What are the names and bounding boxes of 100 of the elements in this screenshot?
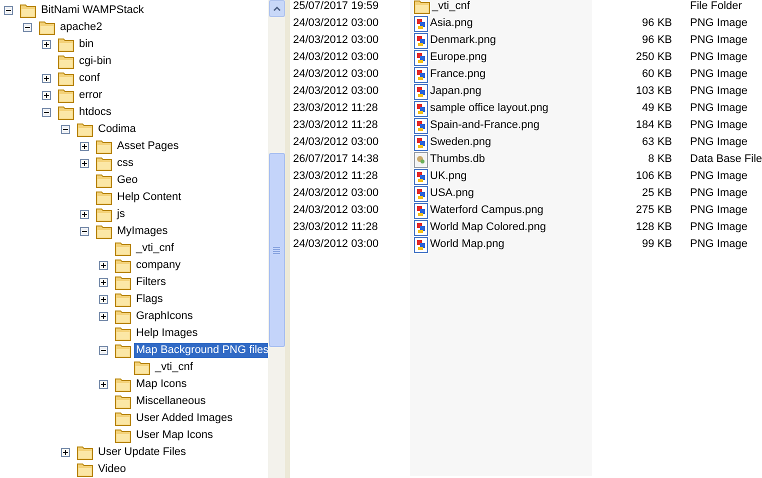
- file-row[interactable]: Asia.png: [410, 15, 592, 32]
- type-cell-text: Data Base File: [690, 152, 762, 168]
- tree-item[interactable]: Miscellaneous: [134, 394, 208, 409]
- expand-icon[interactable]: [80, 210, 89, 219]
- size-cell-text: 99 KB: [642, 237, 672, 252]
- expand-icon[interactable]: [99, 312, 108, 321]
- file-row[interactable]: USA.png: [410, 185, 592, 202]
- tree-item[interactable]: js: [115, 207, 127, 222]
- file-name: World Map Colored.png: [430, 220, 546, 236]
- tree-item[interactable]: htdocs: [77, 105, 114, 120]
- size-cell-text: 184 KB: [636, 118, 672, 134]
- tree-item[interactable]: Geo: [115, 173, 140, 188]
- collapse-icon[interactable]: [42, 108, 51, 117]
- tree-item[interactable]: _vti_cnf: [153, 360, 195, 375]
- file-row[interactable]: Japan.png: [410, 83, 592, 100]
- tree-item[interactable]: Filters: [134, 275, 168, 290]
- image-file-icon: [414, 168, 428, 184]
- tree-item[interactable]: error: [77, 88, 104, 103]
- collapse-icon[interactable]: [61, 125, 70, 134]
- expand-icon[interactable]: [42, 40, 51, 49]
- folder-icon: [115, 394, 131, 408]
- file-row[interactable]: Europe.png: [410, 49, 592, 66]
- tree-item[interactable]: Help Content: [115, 190, 184, 205]
- tree-item[interactable]: Help Images: [134, 326, 200, 341]
- file-name: Spain-and-France.png: [430, 118, 540, 134]
- file-name: sample office layout.png: [430, 101, 548, 116]
- scroll-up-button[interactable]: [268, 0, 284, 17]
- size-cell-text: 8 KB: [648, 152, 672, 168]
- size-cell-text: 25 KB: [642, 186, 672, 202]
- expand-icon[interactable]: [61, 448, 70, 457]
- image-file-icon: [414, 236, 428, 252]
- scroll-thumb[interactable]: [268, 153, 284, 347]
- file-row[interactable]: Waterford Campus.png: [410, 202, 592, 219]
- file-name: _vti_cnf: [432, 0, 470, 14]
- expand-icon[interactable]: [80, 142, 89, 151]
- tree-item[interactable]: Map Icons: [134, 377, 189, 392]
- expand-icon[interactable]: [42, 74, 51, 83]
- collapse-icon[interactable]: [23, 23, 32, 32]
- expand-icon[interactable]: [99, 380, 108, 389]
- folder-icon: [115, 344, 131, 358]
- tree-item[interactable]: Asset Pages: [115, 139, 181, 154]
- date-cell-text: 23/03/2012 11:28: [293, 118, 378, 134]
- folder-icon: [96, 140, 112, 154]
- scrollbar[interactable]: [268, 0, 285, 478]
- folder-icon: [96, 190, 112, 204]
- tree-item[interactable]: MyImages: [115, 224, 170, 239]
- tree-item[interactable]: Map Background PNG files: [134, 343, 268, 358]
- tree-item[interactable]: User Added Images: [134, 411, 235, 426]
- tree-item[interactable]: bin: [77, 37, 96, 52]
- type-cell-text: File Folder: [690, 0, 742, 14]
- file-name: Japan.png: [430, 84, 482, 100]
- type-cell-text: PNG Image: [690, 50, 748, 66]
- file-row[interactable]: World Map.png: [410, 236, 592, 253]
- file-row[interactable]: France.png: [410, 66, 592, 83]
- tree-item[interactable]: company: [134, 258, 183, 273]
- tree-item[interactable]: css: [115, 156, 136, 171]
- file-row[interactable]: _vti_cnf: [410, 0, 592, 15]
- date-cell-text: 24/03/2012 03:00: [293, 50, 379, 66]
- collapse-icon[interactable]: [80, 227, 89, 236]
- size-cell-text: 96 KB: [642, 16, 672, 32]
- folder-icon: [96, 208, 112, 222]
- tree-item[interactable]: User Map Icons: [134, 428, 216, 443]
- tree-item[interactable]: BitNami WAMPStack: [39, 3, 146, 18]
- image-file-icon: [414, 202, 428, 218]
- collapse-icon[interactable]: [4, 6, 13, 15]
- date-cell-text: 24/03/2012 03:00: [293, 186, 379, 202]
- file-row[interactable]: UK.png: [410, 168, 592, 185]
- file-name: Asia.png: [430, 16, 473, 32]
- tree-item[interactable]: conf: [77, 71, 102, 86]
- folder-icon: [115, 412, 131, 426]
- type-cell-text: PNG Image: [690, 203, 748, 218]
- image-file-icon: [414, 84, 428, 100]
- tree-item[interactable]: cgi-bin: [77, 54, 114, 69]
- expand-icon[interactable]: [99, 295, 108, 304]
- size-cell-text: 63 KB: [642, 135, 672, 150]
- collapse-icon[interactable]: [99, 346, 108, 355]
- file-row[interactable]: Denmark.png: [410, 32, 592, 49]
- expand-icon[interactable]: [99, 261, 108, 270]
- folder-icon: [58, 72, 74, 86]
- file-row[interactable]: Thumbs.db: [410, 151, 592, 168]
- tree-item[interactable]: _vti_cnf: [134, 241, 176, 256]
- image-file-icon: [414, 16, 428, 32]
- expand-icon[interactable]: [99, 278, 108, 287]
- file-name: UK.png: [430, 169, 467, 184]
- type-cell-text: PNG Image: [690, 186, 748, 202]
- expand-icon[interactable]: [42, 91, 51, 100]
- tree-item[interactable]: Video: [96, 462, 128, 477]
- file-row[interactable]: Spain-and-France.png: [410, 117, 592, 134]
- file-row[interactable]: sample office layout.png: [410, 100, 592, 117]
- file-row[interactable]: Sweden.png: [410, 134, 592, 151]
- tree-item[interactable]: GraphIcons: [134, 309, 195, 324]
- folder-icon: [39, 20, 55, 34]
- expand-icon[interactable]: [80, 159, 89, 168]
- file-row[interactable]: World Map Colored.png: [410, 219, 592, 236]
- tree-item[interactable]: Flags: [134, 292, 165, 307]
- date-cell-text: 23/03/2012 11:28: [293, 169, 378, 184]
- file-name: World Map.png: [430, 237, 504, 252]
- tree-item[interactable]: apache2: [58, 20, 104, 35]
- tree-item[interactable]: Codima: [96, 122, 138, 137]
- tree-item[interactable]: User Update Files: [96, 445, 188, 460]
